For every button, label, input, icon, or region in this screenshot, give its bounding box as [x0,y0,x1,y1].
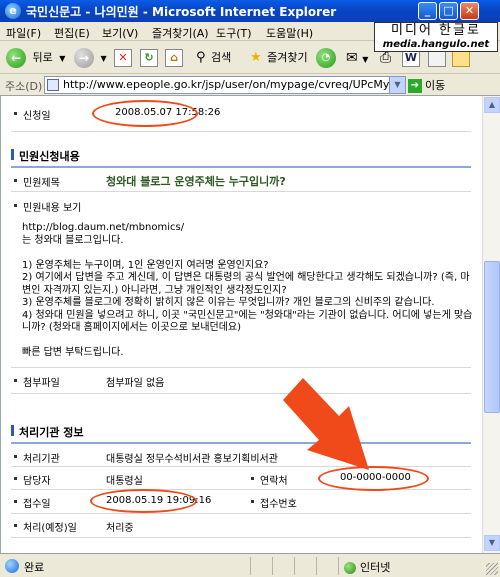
receipt-number-label: 접수번호 [260,499,297,510]
menu-view[interactable]: 보기(V) [102,25,138,41]
refresh-icon: ↻ [140,49,158,67]
process-label: 처리(예정)일 [23,523,77,534]
chevron-down-icon[interactable]: ▼ [389,77,405,93]
security-zone: 인터넷 [344,559,390,575]
window-title: 국민신문고 - 나의민원 - Microsoft Internet Explor… [26,5,337,19]
manager-value: 대통령실 [106,476,143,487]
minimize-button[interactable]: _ [418,2,437,20]
menu-tools[interactable]: 도구(T) [216,25,252,41]
page-icon [47,79,59,91]
watermark-title: 미디어 한글로 [391,23,481,38]
search-label: 검색 [211,51,232,64]
menu-favorites[interactable]: 즐겨찾기(A) [152,25,209,41]
history-icon: ◔ [316,48,336,68]
internet-zone-icon [344,562,356,574]
submit-date-label: 신청일 [23,111,51,122]
scroll-down-icon[interactable]: ▼ [484,535,500,551]
menu-file[interactable]: 파일(F) [6,25,41,41]
forward-button[interactable]: → ▼ [74,48,107,68]
scroll-thumb[interactable] [484,261,500,413]
title-bar: e 국민신문고 - 나의민원 - Microsoft Internet Expl… [0,0,500,22]
history-button[interactable]: ◔ [316,48,336,68]
favorites-button[interactable]: ★ 즐겨찾기 [250,48,308,68]
scroll-up-icon[interactable]: ▲ [484,97,500,113]
home-icon: ⌂ [165,49,183,67]
process-row: 처리(예정)일 처리중 [11,514,471,538]
received-label: 접수일 [23,499,51,510]
menu-help[interactable]: 도움말(H) [266,25,313,41]
agency-row: 처리기관 대통령실 정무수석비서관 홍보기획비서관 [11,442,471,467]
home-button[interactable]: ⌂ [165,48,183,68]
mail-button[interactable]: ✉ ▼ [346,48,368,68]
received-row: 접수일 2008.05.19 19:09:16 접수번호 [11,490,471,514]
annotation-circle [92,100,198,127]
go-arrow-icon: ➔ [408,79,422,93]
status-bar: 완료 인터넷 [0,553,500,577]
watermark: 미디어 한글로 media.hangulo.net [374,22,498,52]
attachment-row: 첨부파일 첨부파일 없음 [11,368,471,394]
back-button[interactable]: ← 뒤로 ▼ [6,48,65,68]
star-icon: ★ [250,50,262,65]
refresh-button[interactable]: ↻ [140,48,158,68]
menu-edit[interactable]: 편집(E) [54,25,90,41]
agency-label: 처리기관 [23,454,60,465]
back-label: 뒤로 [32,51,53,64]
close-button[interactable]: ✕ [460,2,479,20]
mail-icon: ✉ [346,50,358,66]
address-bar: 주소(D) http://www.epeople.go.kr/jsp/user/… [0,74,500,96]
subject-value: 청와대 블로그 운영주체는 누구입니까? [106,175,286,188]
go-button[interactable]: ➔ 이동 [408,77,445,93]
manager-label: 담당자 [23,476,51,487]
subject-row: 민원제목 청와대 블로그 운영주체는 누구입니까? [11,166,471,192]
page-content: 신청일 2008.05.07 17:58:26 민원신청내용 민원제목 청와대 … [0,96,482,553]
address-label: 주소(D) [5,80,43,93]
annotation-circle [90,489,197,513]
agency-value: 대통령실 정무수석비서관 홍보기획비서관 [106,454,278,465]
stop-button[interactable]: ✕ [114,48,132,68]
favorites-label: 즐겨찾기 [267,51,308,64]
printer-icon: ⎙ [380,50,392,66]
process-value: 처리중 [106,523,134,534]
internet-explorer-icon: e [5,3,21,19]
forward-arrow-icon: → [74,48,94,68]
complaint-body-text: http://blog.daum.net/mbnomics/ 는 청와대 블로그… [22,222,473,358]
address-url: http://www.epeople.go.kr/jsp/user/on/myp… [63,78,389,91]
maximize-button[interactable]: □ [439,2,458,20]
back-arrow-icon: ← [6,48,26,68]
search-icon: ⚲ [196,50,206,65]
status-text: 완료 [24,561,45,574]
resize-grip[interactable] [486,563,498,575]
attachment-label: 첨부파일 [23,378,60,389]
subject-label: 민원제목 [23,178,60,189]
watermark-url: media.hangulo.net [382,39,490,50]
go-label: 이동 [425,79,446,92]
search-button[interactable]: ⚲ 검색 [196,48,231,68]
address-input[interactable]: http://www.epeople.go.kr/jsp/user/on/myp… [44,76,406,94]
body-label: 민원내용 보기 [23,203,82,214]
page-done-icon [5,559,19,573]
stop-icon: ✕ [114,49,132,67]
attachment-value: 첨부파일 없음 [106,378,165,389]
arrow-annotation-icon [283,378,369,470]
vertical-scrollbar[interactable]: ▲ ▼ [482,96,500,553]
submit-date-row: 신청일 2008.05.07 17:58:26 [11,96,471,132]
